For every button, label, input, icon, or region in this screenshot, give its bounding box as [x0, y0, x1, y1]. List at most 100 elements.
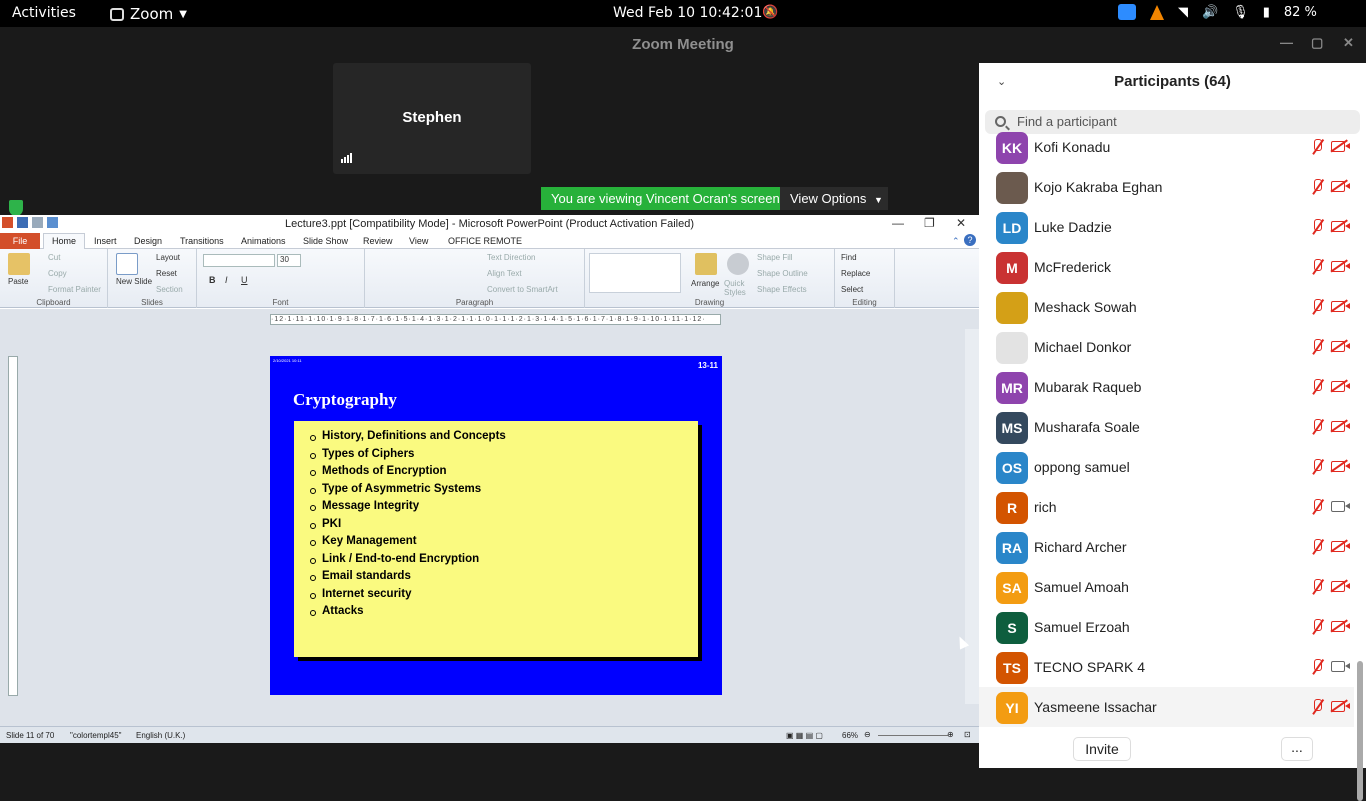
bullet-list: History, Definitions and Concepts Types …	[308, 428, 506, 621]
maximize-icon[interactable]: ▢	[1311, 35, 1323, 51]
shape-fill-button[interactable]: Shape Fill	[757, 253, 793, 262]
tab-design[interactable]: Design	[134, 236, 162, 246]
close-icon[interactable]: ✕	[1343, 35, 1354, 51]
new-slide-button[interactable]: New Slide	[116, 277, 152, 286]
participant-row[interactable]: M McFrederick	[979, 247, 1354, 287]
layout-button[interactable]: Layout	[156, 253, 180, 262]
video-off-icon	[1331, 261, 1350, 272]
avatar: YI	[996, 692, 1028, 724]
arrange-button[interactable]: Arrange	[691, 279, 719, 288]
activities-button[interactable]: Activities	[12, 5, 76, 21]
participant-row[interactable]: TS TECNO SPARK 4	[979, 647, 1354, 687]
participant-row[interactable]: SA Samuel Amoah	[979, 567, 1354, 607]
find-button[interactable]: Find	[841, 253, 857, 262]
tab-file[interactable]: File	[0, 233, 40, 249]
section-button[interactable]: Section	[156, 285, 183, 294]
ppt-minimize-icon[interactable]: —	[892, 216, 904, 230]
paste-icon[interactable]	[8, 253, 30, 275]
copy-button[interactable]: Copy	[48, 269, 67, 278]
video-off-icon	[1331, 301, 1350, 312]
zoom-tray-icon[interactable]	[1118, 4, 1136, 20]
vertical-scrollbar[interactable]	[965, 329, 979, 704]
participant-row[interactable]: Michael Donkor	[979, 327, 1354, 367]
encryption-shield-icon[interactable]	[9, 200, 23, 216]
participant-tile-name: Stephen	[402, 109, 462, 126]
group-label: Font	[272, 298, 289, 307]
ppt-titlebar: Lecture3.ppt [Compatibility Mode] - Micr…	[0, 215, 979, 233]
zoom-level[interactable]: 66%	[842, 731, 858, 740]
fit-slide-icon[interactable]: ⊡	[964, 730, 971, 739]
video-tile-stephen[interactable]: Stephen	[333, 63, 531, 174]
format-painter-button[interactable]: Format Painter	[48, 285, 101, 294]
tab-transitions[interactable]: Transitions	[180, 236, 224, 246]
participant-name: Samuel Amoah	[1034, 579, 1129, 595]
bold-button[interactable]: B	[209, 275, 216, 285]
font-name-box[interactable]	[203, 254, 275, 267]
horizontal-ruler: ·12·1·11·1·10·1·9·1·8·1·7·1·6·1·5·1·4·1·…	[270, 314, 721, 325]
tab-view[interactable]: View	[409, 236, 428, 246]
view-buttons[interactable]: ▣ ▦ ▤ ▢	[786, 731, 823, 740]
app-menu-zoom[interactable]: Zoom ▼	[110, 5, 187, 23]
ppt-restore-icon[interactable]: ❐	[924, 216, 935, 230]
help-icon[interactable]: ?	[964, 234, 976, 246]
italic-button[interactable]: I	[225, 275, 228, 285]
participant-row[interactable]: LD Luke Dadzie	[979, 207, 1354, 247]
participant-row[interactable]: YI Yasmeene Issachar	[979, 687, 1354, 727]
underline-button[interactable]: U	[241, 275, 248, 285]
tab-review[interactable]: Review	[363, 236, 393, 246]
participant-row[interactable]: MS Musharafa Soale	[979, 407, 1354, 447]
participant-row[interactable]: Rrich	[979, 487, 1354, 527]
ppt-close-icon[interactable]: ✕	[956, 216, 966, 230]
reset-button[interactable]: Reset	[156, 269, 177, 278]
video-camera-icon	[1331, 501, 1350, 512]
quick-styles-button[interactable]: Quick Styles	[724, 279, 750, 297]
replace-button[interactable]: Replace	[841, 269, 870, 278]
view-options-button[interactable]: View Options ▼	[780, 187, 888, 210]
participant-row[interactable]: Meshack Sowah	[979, 287, 1354, 327]
language-indicator[interactable]: English (U.K.)	[136, 731, 185, 740]
vlc-tray-icon[interactable]	[1150, 4, 1164, 20]
zoom-out-icon[interactable]: ⊖	[864, 730, 871, 739]
cut-button[interactable]: Cut	[48, 253, 60, 262]
new-slide-icon[interactable]	[116, 253, 138, 275]
arrange-icon[interactable]	[695, 253, 717, 275]
more-options-button[interactable]: ...	[1281, 737, 1313, 761]
muted-mic-icon	[1310, 499, 1324, 515]
current-slide[interactable]: 2/10/2021 10:11 13-11 Cryptography Histo…	[270, 356, 722, 695]
ribbon-collapse-icon[interactable]: ⌃	[952, 236, 960, 247]
system-tray[interactable]: ◥ 🔊 🎙 ▮ 82 %	[1118, 4, 1317, 20]
select-button[interactable]: Select	[841, 285, 863, 294]
zoom-slider[interactable]	[878, 735, 948, 736]
tab-office-remote[interactable]: OFFICE REMOTE	[448, 236, 522, 246]
minimize-icon[interactable]: —	[1280, 35, 1293, 50]
zoom-in-icon[interactable]: ⊕	[947, 730, 954, 739]
quick-styles-icon[interactable]	[727, 253, 749, 275]
paste-button[interactable]: Paste	[8, 277, 28, 286]
clock[interactable]: Wed Feb 10 10:42:01	[613, 5, 762, 21]
shapes-gallery[interactable]	[589, 253, 681, 293]
invite-button[interactable]: Invite	[1073, 737, 1131, 761]
participant-row[interactable]: OS oppong samuel	[979, 447, 1354, 487]
muted-mic-icon	[1310, 299, 1324, 315]
bullet-item: Type of Asymmetric Systems	[308, 481, 506, 499]
participant-row[interactable]: MR Mubarak Raqueb	[979, 367, 1354, 407]
group-label: Editing	[852, 298, 877, 307]
participant-row[interactable]: Kojo Kakraba Eghan	[979, 167, 1354, 207]
participant-row[interactable]: KK Kofi Konadu	[979, 127, 1354, 167]
avatar: OS	[996, 452, 1028, 484]
tab-insert[interactable]: Insert	[94, 236, 117, 246]
avatar	[996, 172, 1028, 204]
participant-row[interactable]: RA Richard Archer	[979, 527, 1354, 567]
align-text-button[interactable]: Align Text	[487, 269, 522, 278]
convert-smartart-button[interactable]: Convert to SmartArt	[487, 285, 558, 294]
font-size-box[interactable]: 30	[277, 254, 301, 267]
tab-home[interactable]: Home	[43, 233, 86, 250]
tab-animations[interactable]: Animations	[241, 236, 286, 246]
shape-effects-button[interactable]: Shape Effects	[757, 285, 807, 294]
shape-outline-button[interactable]: Shape Outline	[757, 269, 808, 278]
avatar: LD	[996, 212, 1028, 244]
tab-slide-show[interactable]: Slide Show	[303, 236, 348, 246]
text-direction-button[interactable]: Text Direction	[487, 253, 535, 262]
participant-row[interactable]: S Samuel Erzoah	[979, 607, 1354, 647]
participant-list-scrollbar[interactable]	[1357, 141, 1363, 801]
